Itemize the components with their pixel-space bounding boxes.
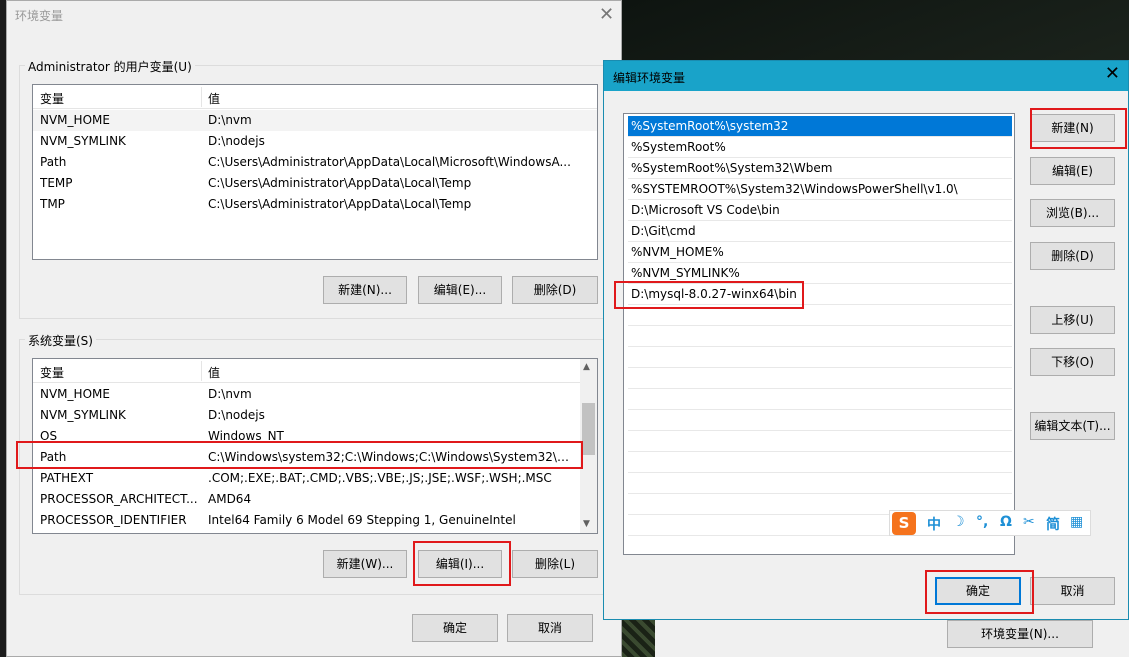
path-list[interactable]: %SystemRoot%\system32 %SystemRoot% %Syst… [623, 113, 1015, 555]
system-variables-list[interactable]: 变量 值 NVM_HOME D:\nvm NVM_SYMLINK D:\nodejs… [32, 358, 598, 534]
table-row[interactable]: PATHEXT .COM;.EXE;.BAT;.CMD;.VBS;.VBE;.JS… [33, 468, 597, 489]
half-width-icon[interactable]: ☽ [952, 514, 965, 530]
empty-row [628, 452, 1012, 473]
cancel-button[interactable]: 取消 [507, 614, 593, 642]
edit-text-button[interactable]: 编辑文本(T)... [1030, 412, 1115, 440]
system-edit-button[interactable]: 编辑(I)... [418, 550, 502, 578]
list-header: 变量 值 [33, 359, 597, 383]
table-row[interactable]: Path C:\Windows\system32;C:\Windows;C:\Wi… [33, 447, 597, 468]
table-row[interactable]: OS Windows_NT [33, 426, 597, 447]
table-row[interactable]: PROCESSOR_IDENTIFIER Intel64 Family 6 Mod… [33, 510, 597, 531]
dialog-title: 编辑环境变量 [613, 71, 686, 85]
environment-variables-button[interactable]: 环境变量(N)... [947, 620, 1093, 648]
move-down-button[interactable]: 下移(O) [1030, 348, 1115, 376]
user-variables-label: Administrator 的用户变量(U) [25, 58, 195, 75]
user-edit-button[interactable]: 编辑(E)... [418, 276, 502, 304]
empty-row [628, 305, 1012, 326]
table-row[interactable]: NVM_HOME D:\nvm [33, 384, 597, 405]
list-item[interactable]: D:\Git\cmd [628, 221, 1012, 242]
column-variable[interactable]: 变量 [40, 364, 64, 381]
scroll-thumb[interactable] [582, 403, 595, 455]
vertical-scrollbar[interactable]: ▲ ▼ [580, 359, 597, 533]
ok-button[interactable]: 确定 [935, 577, 1021, 605]
new-path-button[interactable]: 新建(N) [1030, 114, 1115, 142]
column-value[interactable]: 值 [208, 364, 220, 381]
scissors-icon[interactable]: ✂ [1023, 514, 1035, 530]
title-bar: 编辑环境变量 ✕ [604, 61, 1128, 91]
sogou-logo-icon[interactable]: S [892, 512, 916, 535]
list-item[interactable]: %NVM_SYMLINK% [628, 263, 1012, 284]
user-new-button[interactable]: 新建(N)... [323, 276, 407, 304]
ok-button[interactable]: 确定 [412, 614, 498, 642]
chinese-mode-icon[interactable]: 中 [927, 514, 941, 534]
empty-row [628, 347, 1012, 368]
table-row[interactable]: TEMP C:\Users\Administrator\AppData\Local… [33, 173, 597, 194]
system-new-button[interactable]: 新建(W)... [323, 550, 407, 578]
list-item[interactable]: %NVM_HOME% [628, 242, 1012, 263]
delete-path-button[interactable]: 删除(D) [1030, 242, 1115, 270]
environment-variables-dialog: 环境变量 ✕ Administrator 的用户变量(U) 变量 值 NVM_H… [6, 0, 622, 657]
list-item[interactable]: %SystemRoot%\system32 [628, 116, 1012, 137]
symbol-icon[interactable]: Ω [1000, 514, 1012, 530]
ime-toolbar[interactable]: S 中 ☽ °, Ω ✂ 简 ▦ [889, 510, 1091, 536]
list-header: 变量 值 [33, 85, 597, 109]
system-properties-bottom-bar: 环境变量(N)... [655, 620, 1129, 657]
system-variables-label: 系统变量(S) [25, 332, 96, 349]
close-icon[interactable]: ✕ [599, 6, 614, 24]
column-value[interactable]: 值 [208, 90, 220, 107]
move-up-button[interactable]: 上移(U) [1030, 306, 1115, 334]
punctuation-icon[interactable]: °, [976, 514, 988, 530]
table-row[interactable]: Path C:\Users\Administrator\AppData\Local… [33, 152, 597, 173]
empty-row [628, 473, 1012, 494]
table-row[interactable]: NVM_SYMLINK D:\nodejs [33, 131, 597, 152]
list-item[interactable]: %SYSTEMROOT%\System32\WindowsPowerShell\… [628, 179, 1012, 200]
empty-row [628, 410, 1012, 431]
simplified-icon[interactable]: 简 [1046, 514, 1060, 534]
browse-button[interactable]: 浏览(B)... [1030, 199, 1115, 227]
cancel-button[interactable]: 取消 [1030, 577, 1115, 605]
table-row[interactable]: NVM_SYMLINK D:\nodejs [33, 405, 597, 426]
list-item[interactable]: D:\Microsoft VS Code\bin [628, 200, 1012, 221]
table-row[interactable]: PROCESSOR_ARCHITECT... AMD64 [33, 489, 597, 510]
user-delete-button[interactable]: 删除(D) [512, 276, 598, 304]
empty-row [628, 368, 1012, 389]
empty-row [628, 431, 1012, 452]
edit-environment-variable-dialog: 编辑环境变量 ✕ %SystemRoot%\system32 %SystemRo… [603, 60, 1129, 620]
table-row[interactable]: TMP C:\Users\Administrator\AppData\Local\… [33, 194, 597, 215]
close-icon[interactable]: ✕ [1105, 65, 1120, 83]
empty-row [628, 326, 1012, 347]
table-row[interactable]: NVM_HOME D:\nvm [33, 110, 597, 131]
user-variables-list[interactable]: 变量 值 NVM_HOME D:\nvm NVM_SYMLINK D:\nodejs… [32, 84, 598, 260]
scroll-up-icon[interactable]: ▲ [583, 362, 590, 372]
column-variable[interactable]: 变量 [40, 90, 64, 107]
toolbox-icon[interactable]: ▦ [1070, 514, 1083, 530]
empty-row [628, 389, 1012, 410]
dialog-title: 环境变量 [15, 9, 64, 23]
list-item[interactable]: %SystemRoot% [628, 137, 1012, 158]
scroll-down-icon[interactable]: ▼ [583, 519, 590, 529]
list-item[interactable]: D:\mysql-8.0.27-winx64\bin [628, 284, 1012, 305]
edit-path-button[interactable]: 编辑(E) [1030, 157, 1115, 185]
system-delete-button[interactable]: 删除(L) [512, 550, 598, 578]
list-item[interactable]: %SystemRoot%\System32\Wbem [628, 158, 1012, 179]
